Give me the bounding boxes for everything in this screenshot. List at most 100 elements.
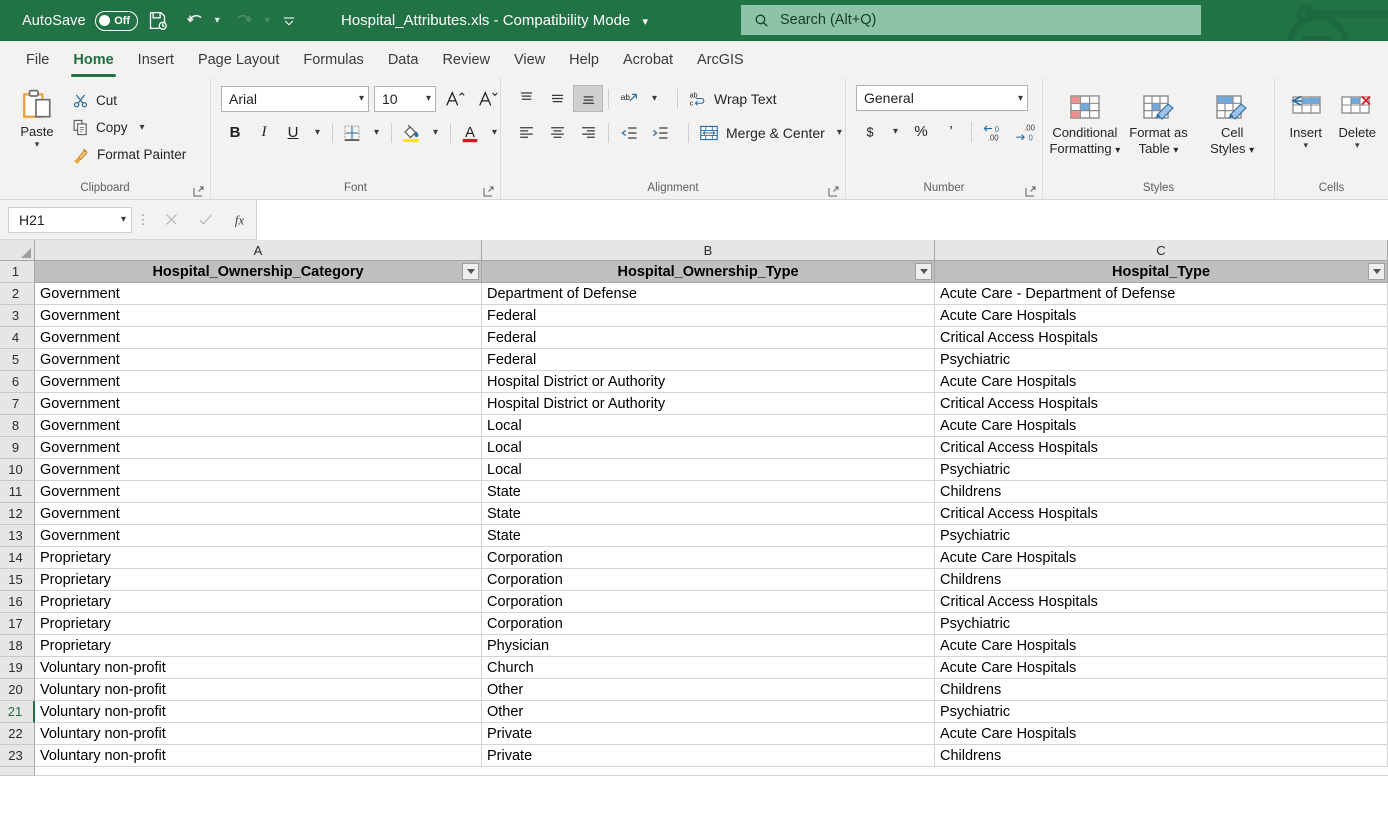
row-header-13[interactable]: 13 xyxy=(0,525,35,547)
column-header-c[interactable]: C xyxy=(935,240,1388,261)
tab-home[interactable]: Home xyxy=(61,45,125,78)
tab-formulas[interactable]: Formulas xyxy=(291,45,375,78)
format-painter-button[interactable]: Format Painter xyxy=(68,142,190,167)
align-middle-button[interactable] xyxy=(542,85,572,112)
cell-c8[interactable]: Acute Care Hospitals xyxy=(935,415,1388,437)
tab-file[interactable]: File xyxy=(14,45,61,78)
undo-dropdown-chevron-icon[interactable]: ▾ xyxy=(210,15,225,26)
formula-input[interactable] xyxy=(256,200,1388,240)
clipboard-dialog-launcher[interactable] xyxy=(192,186,204,198)
cell-a14[interactable]: Proprietary xyxy=(35,547,482,569)
cell-c23[interactable]: Childrens xyxy=(935,745,1388,767)
underline-dropdown-chevron-icon[interactable]: ▾ xyxy=(308,119,327,146)
cell-a3[interactable]: Government xyxy=(35,305,482,327)
save-icon[interactable] xyxy=(141,4,175,38)
align-right-button[interactable] xyxy=(573,119,603,146)
font-dialog-launcher[interactable] xyxy=(482,186,494,198)
row-header-1[interactable]: 1 xyxy=(0,261,35,283)
font-size-select[interactable]: 10 ▾ xyxy=(374,86,436,112)
orientation-dropdown-chevron-icon[interactable]: ▾ xyxy=(645,85,664,112)
cell-a5[interactable]: Government xyxy=(35,349,482,371)
cell-c15[interactable]: Childrens xyxy=(935,569,1388,591)
fill-color-dropdown-chevron-icon[interactable]: ▾ xyxy=(426,119,445,146)
number-format-select[interactable]: General ▾ xyxy=(856,85,1028,111)
format-as-table-chevron-down-icon[interactable]: ▾ xyxy=(1173,145,1178,156)
cell-c16[interactable]: Critical Access Hospitals xyxy=(935,591,1388,613)
cell-a20[interactable]: Voluntary non-profit xyxy=(35,679,482,701)
increase-indent-button[interactable] xyxy=(645,119,675,146)
comma-style-button[interactable]: ’ xyxy=(937,118,965,145)
row-header-4[interactable]: 4 xyxy=(0,327,35,349)
column-header-a[interactable]: A xyxy=(35,240,482,261)
row-header-22[interactable]: 22 xyxy=(0,723,35,745)
font-family-chevron-down-icon[interactable]: ▾ xyxy=(351,93,364,104)
fill-color-button[interactable] xyxy=(397,119,425,146)
name-box[interactable]: H21 ▾ xyxy=(8,207,132,233)
cell-a4[interactable]: Government xyxy=(35,327,482,349)
cell-a17[interactable]: Proprietary xyxy=(35,613,482,635)
cell-styles-chevron-down-icon[interactable]: ▾ xyxy=(1249,145,1254,156)
borders-button[interactable] xyxy=(338,119,366,146)
delete-cells-button[interactable]: Delete ▾ xyxy=(1333,90,1383,150)
decrease-decimal-button[interactable]: 0 .00 xyxy=(978,118,1008,145)
column-header-b[interactable]: B xyxy=(482,240,935,261)
cell-a23[interactable]: Voluntary non-profit xyxy=(35,745,482,767)
cell-b5[interactable]: Federal xyxy=(482,349,935,371)
cell-a11[interactable]: Government xyxy=(35,481,482,503)
cell-c18[interactable]: Acute Care Hospitals xyxy=(935,635,1388,657)
copy-dropdown-chevron-icon[interactable]: ▾ xyxy=(140,122,145,133)
row-header-2[interactable]: 2 xyxy=(0,283,35,305)
cell-a15[interactable]: Proprietary xyxy=(35,569,482,591)
insert-cells-chevron-down-icon[interactable]: ▾ xyxy=(1303,141,1308,150)
cell-b9[interactable]: Local xyxy=(482,437,935,459)
cell-b19[interactable]: Church xyxy=(482,657,935,679)
delete-cells-chevron-down-icon[interactable]: ▾ xyxy=(1355,141,1360,150)
cell-a8[interactable]: Government xyxy=(35,415,482,437)
tab-data[interactable]: Data xyxy=(376,45,431,78)
number-dialog-launcher[interactable] xyxy=(1024,186,1036,198)
row-header-16[interactable]: 16 xyxy=(0,591,35,613)
name-box-chevron-down-icon[interactable]: ▾ xyxy=(121,214,126,225)
copy-button[interactable]: Copy ▾ xyxy=(68,115,190,140)
cell-a16[interactable]: Proprietary xyxy=(35,591,482,613)
cell-c17[interactable]: Psychiatric xyxy=(935,613,1388,635)
tab-acrobat[interactable]: Acrobat xyxy=(611,45,685,78)
cell-b4[interactable]: Federal xyxy=(482,327,935,349)
number-format-chevron-down-icon[interactable]: ▾ xyxy=(1010,93,1023,104)
row-header-12[interactable]: 12 xyxy=(0,503,35,525)
insert-cells-button[interactable]: Insert ▾ xyxy=(1281,90,1331,150)
alignment-dialog-launcher[interactable] xyxy=(827,186,839,198)
row-header-18[interactable]: 18 xyxy=(0,635,35,657)
cell-a1[interactable]: Hospital_Ownership_Category xyxy=(35,261,482,283)
cell-c3[interactable]: Acute Care Hospitals xyxy=(935,305,1388,327)
undo-icon[interactable] xyxy=(178,4,212,38)
row-header-19[interactable]: 19 xyxy=(0,657,35,679)
borders-dropdown-chevron-icon[interactable]: ▾ xyxy=(367,119,386,146)
format-as-table-button[interactable]: Format as Table ▾ xyxy=(1123,90,1195,159)
cell-c9[interactable]: Critical Access Hospitals xyxy=(935,437,1388,459)
cell-b12[interactable]: State xyxy=(482,503,935,525)
cell-a2[interactable]: Government xyxy=(35,283,482,305)
cell-a13[interactable]: Government xyxy=(35,525,482,547)
paste-dropdown-chevron-icon[interactable]: ▾ xyxy=(35,140,40,149)
filter-button-a[interactable] xyxy=(462,263,479,280)
tab-insert[interactable]: Insert xyxy=(126,45,186,78)
cell-b22[interactable]: Private xyxy=(482,723,935,745)
tab-arcgis[interactable]: ArcGIS xyxy=(685,45,756,78)
increase-decimal-button[interactable]: .00 0 xyxy=(1010,118,1040,145)
align-center-button[interactable] xyxy=(542,119,572,146)
decrease-font-size-button[interactable] xyxy=(474,85,502,112)
cell-a18[interactable]: Proprietary xyxy=(35,635,482,657)
underline-button[interactable]: U xyxy=(279,119,307,146)
cell-c6[interactable]: Acute Care Hospitals xyxy=(935,371,1388,393)
cell-a12[interactable]: Government xyxy=(35,503,482,525)
row-header-14[interactable]: 14 xyxy=(0,547,35,569)
cell-a21[interactable]: Voluntary non-profit xyxy=(35,701,482,723)
customize-quick-access-toolbar-icon[interactable] xyxy=(278,4,300,38)
cell-b13[interactable]: State xyxy=(482,525,935,547)
cell-b3[interactable]: Federal xyxy=(482,305,935,327)
row-header-11[interactable]: 11 xyxy=(0,481,35,503)
cell-a22[interactable]: Voluntary non-profit xyxy=(35,723,482,745)
conditional-formatting-chevron-down-icon[interactable]: ▾ xyxy=(1115,145,1120,156)
bold-button[interactable]: B xyxy=(221,119,249,146)
